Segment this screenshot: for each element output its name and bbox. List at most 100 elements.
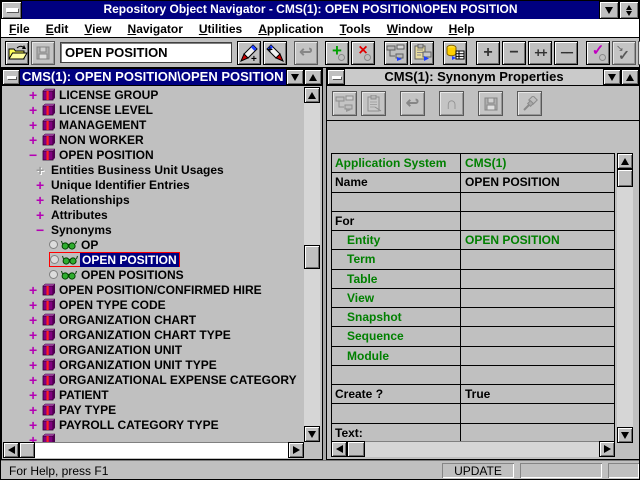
- expand-icon[interactable]: +: [29, 329, 42, 341]
- expand-icon[interactable]: +: [29, 314, 42, 326]
- tree-hscrollbar[interactable]: [3, 442, 304, 458]
- tree-item-license-group[interactable]: +LICENSE GROUP: [3, 87, 305, 102]
- tree-item-open-type-code[interactable]: +OPEN TYPE CODE: [3, 297, 305, 312]
- expand-button[interactable]: +: [476, 41, 500, 65]
- mark-button[interactable]: ✓: [586, 41, 610, 65]
- tree-item-op[interactable]: OP: [3, 237, 305, 252]
- repository-table-button[interactable]: [443, 41, 467, 65]
- collapse-icon[interactable]: −: [29, 149, 42, 161]
- scroll-left-button[interactable]: [3, 442, 19, 458]
- property-value[interactable]: [461, 327, 614, 345]
- property-value[interactable]: [461, 347, 614, 365]
- expand-icon[interactable]: +: [29, 89, 42, 101]
- menu-utilities[interactable]: Utilities: [191, 21, 250, 36]
- grid-vscrollbar[interactable]: [617, 153, 634, 443]
- property-value[interactable]: [461, 424, 614, 442]
- expand-icon[interactable]: +: [29, 299, 42, 311]
- tree-item-open-position-confirmed-hire[interactable]: +OPEN POSITION/CONFIRMED HIRE: [3, 282, 305, 297]
- menu-help[interactable]: Help: [441, 21, 483, 36]
- expand-icon[interactable]: +: [36, 209, 49, 221]
- expand-icon[interactable]: +: [36, 179, 49, 191]
- property-value[interactable]: CMS(1): [461, 154, 614, 172]
- save-button[interactable]: [478, 91, 503, 116]
- expand-icon[interactable]: +: [29, 104, 42, 116]
- tree-item-payroll-category-type[interactable]: +PAYROLL CATEGORY TYPE: [3, 417, 305, 432]
- property-value[interactable]: [461, 212, 614, 230]
- scroll-up-button[interactable]: [304, 87, 320, 103]
- collapse-all-button[interactable]: −−: [554, 41, 578, 65]
- scroll-up-button[interactable]: [617, 153, 633, 169]
- property-value[interactable]: True: [461, 385, 614, 403]
- tree-vscrollbar[interactable]: [304, 87, 321, 442]
- navigator-maximize-button[interactable]: [304, 69, 322, 85]
- scroll-right-button[interactable]: [599, 441, 615, 457]
- revert-button[interactable]: ∩: [439, 91, 464, 116]
- scroll-channel[interactable]: [35, 442, 288, 458]
- properties-sysmenu-button[interactable]: [327, 69, 345, 85]
- scroll-thumb[interactable]: [347, 441, 365, 457]
- property-value[interactable]: [461, 250, 614, 268]
- tree-item-organization-chart[interactable]: +ORGANIZATION CHART: [3, 312, 305, 327]
- menu-tools[interactable]: Tools: [332, 21, 379, 36]
- tree-item-organizational-expense-category[interactable]: +ORGANIZATIONAL EXPENSE CATEGORY: [3, 372, 305, 387]
- tree-item-organization-chart-type[interactable]: +ORGANIZATION CHART TYPE: [3, 327, 305, 342]
- scroll-down-button[interactable]: [304, 426, 320, 442]
- property-value[interactable]: [461, 308, 614, 326]
- property-value[interactable]: [461, 193, 614, 211]
- tree-item-entities-business-unit-usages[interactable]: +Entities Business Unit Usages: [3, 162, 305, 177]
- pin-button[interactable]: [517, 91, 542, 116]
- expand-icon[interactable]: +: [29, 404, 42, 416]
- tree-item-open-position[interactable]: OPEN POSITION: [3, 252, 305, 267]
- property-value[interactable]: [461, 404, 614, 422]
- scroll-thumb[interactable]: [617, 169, 633, 187]
- unmark-button[interactable]: ↘✓: [612, 41, 636, 65]
- property-value[interactable]: OPEN POSITION: [461, 173, 614, 191]
- properties-minimize-button[interactable]: [603, 69, 621, 85]
- tree-item-synonyms[interactable]: −Synonyms: [3, 222, 305, 237]
- scroll-right-button[interactable]: [288, 442, 304, 458]
- menu-application[interactable]: Application: [250, 21, 331, 36]
- undo-button[interactable]: ↩: [294, 41, 318, 65]
- copy-hierarchy-button[interactable]: [384, 41, 408, 65]
- tree-item-organization-unit[interactable]: +ORGANIZATION UNIT: [3, 342, 305, 357]
- menu-window[interactable]: Window: [379, 21, 441, 36]
- tree-item-relationships[interactable]: +Relationships: [3, 192, 305, 207]
- tree-item-non-worker[interactable]: +NON WORKER: [3, 132, 305, 147]
- scroll-thumb[interactable]: [19, 442, 35, 458]
- scroll-channel[interactable]: [617, 169, 633, 427]
- expand-all-button[interactable]: ++: [528, 41, 552, 65]
- navigator-minimize-button[interactable]: [286, 69, 304, 85]
- tree-item-license-level[interactable]: +LICENSE LEVEL: [3, 102, 305, 117]
- grid-hscrollbar[interactable]: [331, 441, 615, 457]
- navigator-sysmenu-button[interactable]: [2, 69, 20, 85]
- tree-item-pay-type[interactable]: +PAY TYPE: [3, 402, 305, 417]
- properties-maximize-button[interactable]: [621, 69, 639, 85]
- scroll-channel[interactable]: [304, 103, 320, 426]
- tree-item-open-position[interactable]: −OPEN POSITION: [3, 147, 305, 162]
- menu-navigator[interactable]: Navigator: [120, 21, 191, 36]
- property-value[interactable]: [461, 289, 614, 307]
- scroll-channel[interactable]: [365, 441, 599, 457]
- expand-icon[interactable]: +: [29, 344, 42, 356]
- scroll-left-button[interactable]: [331, 441, 347, 457]
- expand-icon[interactable]: +: [29, 119, 42, 131]
- new-child-object-button[interactable]: +: [263, 41, 287, 65]
- paste-hierarchy-button[interactable]: [410, 41, 434, 65]
- paste-properties-button[interactable]: [361, 91, 386, 116]
- expand-icon[interactable]: +: [29, 419, 42, 431]
- save-button[interactable]: [31, 41, 55, 65]
- expand-icon[interactable]: +: [36, 194, 49, 206]
- system-menu-button[interactable]: [1, 1, 22, 19]
- expand-icon[interactable]: +: [36, 164, 49, 176]
- copy-properties-button[interactable]: [332, 91, 357, 116]
- object-locator-combo[interactable]: [60, 42, 232, 63]
- tree-item-open-positions[interactable]: OPEN POSITIONS: [3, 267, 305, 282]
- scroll-down-button[interactable]: [617, 427, 633, 443]
- expand-icon[interactable]: +: [29, 284, 42, 296]
- tree-item-management[interactable]: +MANAGEMENT: [3, 117, 305, 132]
- tree-item-unique-identifier-entries[interactable]: +Unique Identifier Entries: [3, 177, 305, 192]
- new-object-button[interactable]: +: [237, 41, 261, 65]
- property-value[interactable]: [461, 270, 614, 288]
- undo-button[interactable]: ↩: [400, 91, 425, 116]
- menu-file[interactable]: File: [1, 21, 38, 36]
